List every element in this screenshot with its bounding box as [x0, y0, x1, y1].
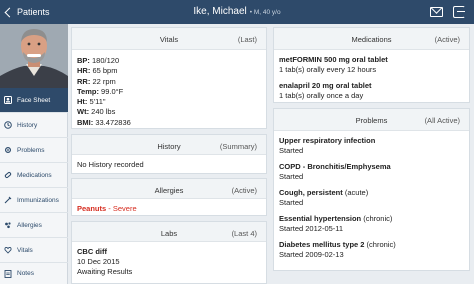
lab-date: 10 Dec 2015 — [77, 257, 120, 266]
list-item[interactable]: Diabetes mellitus type 2 (chronic) Start… — [279, 240, 464, 260]
sidebar-item-notes[interactable]: Notes — [0, 263, 68, 284]
medication-name: enalapril 20 mg oral tablet — [279, 81, 372, 90]
lab-status: Awaiting Results — [77, 267, 133, 276]
list-item[interactable]: metFORMIN 500 mg oral tablet 1 tab(s) or… — [279, 55, 464, 75]
labs-count: (Last 4) — [231, 229, 257, 238]
vital-row: HR: 65 bpm — [77, 66, 118, 76]
allergy-severity: - Severe — [106, 204, 137, 213]
medication-sig: 1 tab(s) orally once a day — [279, 91, 364, 100]
problem-qualifier: (chronic) — [361, 214, 393, 223]
patient-name: Ike, Michael — [193, 6, 247, 17]
problems-list: Upper respiratory infection Started COPD… — [279, 136, 464, 266]
page-title: Ike, Michael • M, 40 y/o — [0, 6, 474, 17]
medication-name: metFORMIN 500 mg oral tablet — [279, 55, 388, 64]
sidebar-item-problems[interactable]: Problems — [0, 138, 68, 163]
history-icon — [4, 121, 12, 129]
problem-name: Cough, persistent — [279, 188, 343, 197]
sidebar-item-allergies[interactable]: Allergies — [0, 213, 68, 238]
problem-name: Upper respiratory infection — [279, 136, 376, 145]
list-item[interactable]: COPD - Bronchitis/Emphysema Started — [279, 162, 464, 182]
sidebar-item-medications[interactable]: Medications — [0, 163, 68, 188]
history-count: (Summary) — [219, 142, 257, 151]
medications-count: (Active) — [434, 35, 460, 44]
sidebar-item-label: Allergies — [17, 221, 42, 229]
problem-name: COPD - Bronchitis/Emphysema — [279, 162, 391, 171]
list-item[interactable]: Essential hypertension (chronic) Started… — [279, 214, 464, 234]
vital-row: RR: 22 rpm — [77, 76, 116, 86]
problem-name: Diabetes mellitus type 2 — [279, 240, 365, 249]
notes-icon — [4, 269, 12, 278]
vitals-panel: Vitals (Last) BP: 180/120 HR: 65 bpm RR:… — [71, 27, 267, 129]
allergies-panel: Allergies (Active) Peanuts - Severe — [71, 178, 267, 216]
history-header: History (Summary) — [72, 135, 266, 155]
list-item[interactable]: Upper respiratory infection Started — [279, 136, 464, 156]
problems-count: (All Active) — [424, 116, 460, 125]
sidebar-item-label: Immunizations — [17, 196, 59, 204]
vitals-count: (Last) — [237, 35, 257, 44]
problem-status: Started — [279, 172, 304, 181]
labs-panel: Labs (Last 4) CBC diff 10 Dec 2015 Await… — [71, 221, 267, 284]
allergy-item: Peanuts - Severe — [77, 204, 261, 214]
problem-status: Started 2012-05-11 — [279, 224, 344, 233]
sidebar: Face Sheet History Problems Medications … — [0, 24, 68, 284]
lab-name: CBC diff — [77, 247, 107, 256]
problem-status: Started 2009-02-13 — [279, 250, 344, 259]
history-text: No History recorded — [77, 160, 144, 169]
sidebar-item-label: History — [17, 121, 38, 129]
vitals-list: BP: 180/120 HR: 65 bpm RR: 22 rpm Temp: … — [77, 56, 261, 128]
medications-icon — [4, 171, 12, 179]
vital-row: Ht: 5'11" — [77, 97, 106, 107]
vitals-header: Vitals (Last) — [72, 28, 266, 50]
vital-row: Temp: 99.0°F — [77, 86, 124, 96]
immunizations-icon — [4, 196, 12, 204]
patient-meta: • M, 40 y/o — [249, 9, 281, 16]
sidebar-item-label: Vitals — [17, 246, 33, 254]
medications-list: metFORMIN 500 mg oral tablet 1 tab(s) or… — [279, 55, 464, 107]
medications-panel: Medications (Active) metFORMIN 500 mg or… — [273, 27, 470, 103]
vital-row: Wt: 240 lbs — [77, 107, 116, 117]
mail-icon[interactable] — [430, 7, 443, 17]
history-panel: History (Summary) No History recorded — [71, 134, 267, 174]
problem-qualifier: (acute) — [342, 188, 369, 197]
sidebar-item-history[interactable]: History — [0, 113, 68, 138]
problem-name: Essential hypertension — [279, 214, 362, 223]
problems-icon — [4, 146, 12, 154]
vitals-icon — [4, 246, 12, 254]
sidebar-item-immunizations[interactable]: Immunizations — [0, 188, 68, 213]
exit-icon[interactable] — [453, 6, 465, 18]
problem-qualifier: (chronic) — [364, 240, 396, 249]
labs-header: Labs (Last 4) — [72, 222, 266, 242]
sidebar-item-label: Problems — [17, 146, 45, 154]
vital-row: BP: 180/120 — [77, 56, 120, 65]
sidebar-item-face-sheet[interactable]: Face Sheet — [0, 88, 68, 113]
face-sheet-icon — [4, 96, 12, 104]
medication-sig: 1 tab(s) orally every 12 hours — [279, 65, 377, 74]
avatar — [0, 24, 68, 88]
allergies-count: (Active) — [231, 186, 257, 195]
sidebar-item-label: Notes — [17, 270, 34, 277]
vital-row: BMI: 33.472836 — [77, 117, 131, 127]
problem-status: Started — [279, 198, 304, 207]
sidebar-item-label: Face Sheet — [17, 96, 51, 104]
allergy-name: Peanuts — [77, 204, 107, 213]
problems-panel: Problems (All Active) Upper respiratory … — [273, 108, 470, 271]
allergies-icon — [4, 221, 12, 229]
list-item[interactable]: enalapril 20 mg oral tablet 1 tab(s) ora… — [279, 81, 464, 101]
sidebar-item-label: Medications — [17, 171, 52, 179]
problem-status: Started — [279, 146, 304, 155]
allergies-header: Allergies (Active) — [72, 179, 266, 199]
top-bar: Patients Ike, Michael • M, 40 y/o — [0, 0, 474, 24]
problems-header: Problems (All Active) — [274, 109, 469, 131]
list-item[interactable]: Cough, persistent (acute) Started — [279, 188, 464, 208]
lab-item: CBC diff 10 Dec 2015 Awaiting Results — [77, 247, 261, 277]
medications-header: Medications (Active) — [274, 28, 469, 50]
sidebar-item-vitals[interactable]: Vitals — [0, 238, 68, 263]
